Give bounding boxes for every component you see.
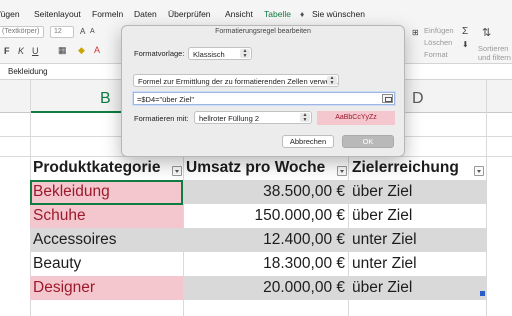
cell-revenue[interactable]: 18.300,00 € [183,252,348,276]
dialog-title: Formatierungsregel bearbeiten [215,28,311,35]
italic-button[interactable]: K [18,46,24,56]
cell-target[interactable]: unter Ziel [348,252,486,276]
cell-category[interactable]: Designer [30,276,183,300]
format-with-select[interactable]: hellroter Füllung 2 ▲ ▼ [194,111,312,124]
formula-bar-content[interactable]: Bekleidung [8,67,48,76]
bold-button[interactable]: F [4,46,10,56]
tab-data[interactable]: Daten [134,9,157,19]
cell-revenue[interactable]: 38.500,00 € [183,180,348,204]
autosum-icon[interactable]: Σ [462,26,468,37]
tab-page-layout[interactable]: Seitenlayout [34,9,81,19]
delete-cells-label[interactable]: Löschen [424,38,452,47]
lightbulb-icon: ♦ [300,9,305,19]
font-name-select[interactable]: (Textkörper) [0,26,44,38]
rule-type-select[interactable]: Formel zur Ermittlung der zu formatieren… [133,74,339,87]
table-row: Accessoires 12.400,00 € unter Ziel [0,228,512,252]
header-target[interactable]: Zielerreichung [348,156,486,180]
select-arrows-icon: ▲ ▼ [240,49,250,58]
insert-cells-icon[interactable]: ⊞ [412,28,419,37]
style-select[interactable]: Klassisch ▲ ▼ [188,47,252,60]
table-row: Designer 20.000,00 € über Ziel [0,276,512,300]
sort-label[interactable]: Sortieren [478,44,508,53]
format-cells-label[interactable]: Format [424,50,448,59]
table-row: Beauty 18.300,00 € unter Ziel [0,252,512,276]
underline-button[interactable]: U [32,46,39,56]
cell-target[interactable]: über Ziel [348,204,486,228]
format-with-value: hellroter Füllung 2 [199,114,260,123]
tab-table[interactable]: Tabelle [264,9,291,19]
header-revenue[interactable]: Umsatz pro Woche [183,156,348,180]
tell-me-search[interactable]: Sie wünschen [312,9,365,19]
column-header-b[interactable]: B [100,90,111,108]
ok-button[interactable]: OK [342,135,394,148]
font-color-icon[interactable]: A [94,45,100,55]
header-category[interactable]: Produktkategorie [30,156,183,180]
cancel-button[interactable]: Abbrechen [282,135,334,148]
range-picker-icon[interactable] [382,94,393,103]
formula-input[interactable]: =$D4="über Ziel" [133,92,395,105]
cell-category[interactable]: Bekleidung [30,180,183,204]
cell-revenue[interactable]: 20.000,00 € [183,276,348,300]
edit-format-rule-dialog: Formatierungsregel bearbeiten Formatvorl… [121,25,405,157]
tab-formulas[interactable]: Formeln [92,9,123,19]
table-row: Schuhe 150.000,00 € über Ziel [0,204,512,228]
fill-color-icon[interactable]: ◆ [78,45,85,56]
tab-review[interactable]: Überprüfen [168,9,211,19]
format-with-label: Formatieren mit: [134,114,189,123]
select-arrows-icon: ▲ ▼ [300,113,310,122]
tab-view[interactable]: Ansicht [225,9,253,19]
cell-target[interactable]: über Ziel [348,276,486,300]
cell-target[interactable]: über Ziel [348,180,486,204]
decrease-font-icon[interactable]: A [90,28,95,35]
filter-dropdown-icon[interactable] [337,166,347,176]
format-preview: AaBbCcYyZz [317,111,395,125]
filter-dropdown-icon[interactable] [172,166,182,176]
table-resize-handle[interactable] [480,291,485,296]
table-row: Bekleidung 38.500,00 € über Ziel [0,180,512,204]
style-select-value: Klassisch [193,50,225,59]
cell-category[interactable]: Beauty [30,252,183,276]
filter-label[interactable]: und filtern [478,53,511,62]
ribbon-tabs: Einfügen Seitenlayout Formeln Daten Über… [0,0,512,24]
table-header-row: Produktkategorie Umsatz pro Woche Zieler… [0,156,512,180]
cell-target[interactable]: unter Ziel [348,228,486,252]
column-header-d[interactable]: D [412,90,424,108]
cell-revenue[interactable]: 150.000,00 € [183,204,348,228]
style-label: Formatvorlage: [134,49,185,58]
filter-dropdown-icon[interactable] [474,166,484,176]
borders-icon[interactable]: ▦ [58,45,67,56]
rule-type-value: Formel zur Ermittlung der zu formatieren… [138,77,339,86]
insert-cells-label[interactable]: Einfügen [424,26,454,35]
cell-revenue[interactable]: 12.400,00 € [183,228,348,252]
select-arrows-icon: ▲ ▼ [327,76,337,85]
formula-text: =$D4="über Ziel" [137,95,195,104]
cell-category[interactable]: Schuhe [30,204,183,228]
tab-insert[interactable]: Einfügen [0,9,20,19]
increase-font-icon[interactable]: A [80,27,85,36]
cell-category[interactable]: Accessoires [30,228,183,252]
fill-down-icon[interactable]: ⬇ [462,40,469,49]
sort-filter-icon[interactable]: ⇅ [482,26,491,39]
font-size-select[interactable]: 12 [50,26,74,38]
